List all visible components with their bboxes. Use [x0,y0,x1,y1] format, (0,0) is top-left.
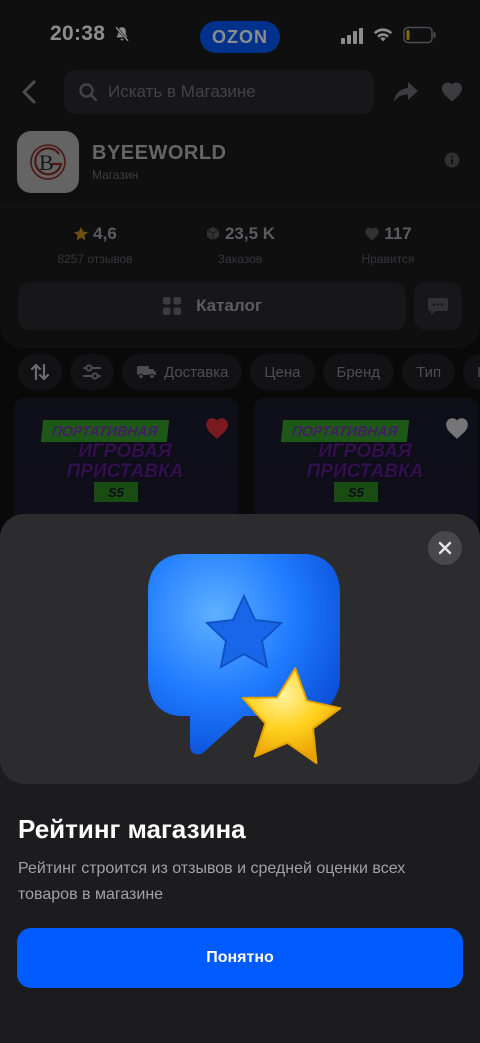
got-it-button[interactable]: Понятно [17,928,463,988]
rating-illustration [148,554,342,764]
sheet-title: Рейтинг магазина [18,814,246,844]
sheet-hero [0,514,480,784]
sheet-description: Рейтинг строится из отзывов и средней оц… [18,860,406,903]
rating-info-sheet: Рейтинг магазина Рейтинг строится из отз… [0,514,480,1043]
close-icon [438,541,452,555]
close-button[interactable] [428,531,462,565]
